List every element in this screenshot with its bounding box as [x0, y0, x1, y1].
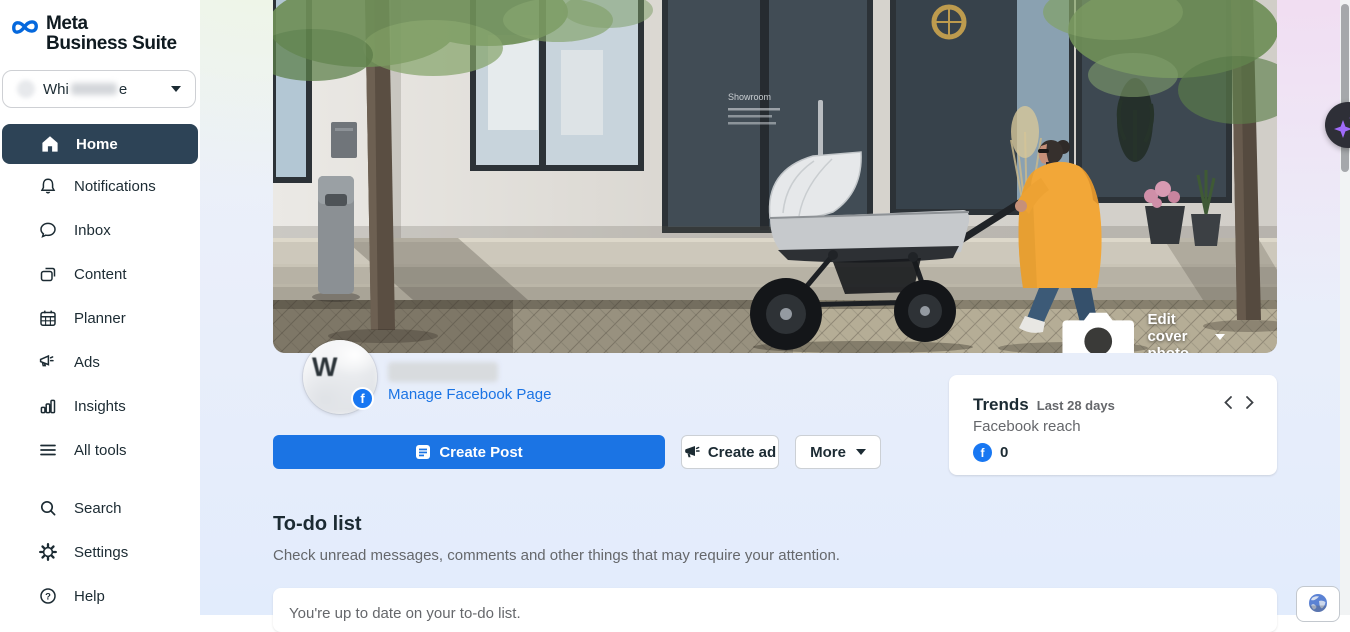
home-icon — [40, 134, 60, 154]
page-name-blurred — [388, 362, 498, 382]
more-button[interactable]: More — [795, 435, 881, 469]
sidebar-item-inbox[interactable]: Inbox — [0, 208, 200, 252]
chevron-left-icon[interactable] — [1223, 395, 1233, 410]
trends-title-row: Trends Last 28 days — [973, 395, 1253, 415]
bell-icon — [38, 176, 58, 196]
todo-list-description: Check unread messages, comments and othe… — [273, 547, 840, 564]
translate-globe-button[interactable] — [1296, 586, 1340, 622]
content-cards-icon — [38, 264, 58, 284]
business-selector[interactable]: Whi e — [2, 70, 196, 108]
chevron-down-icon — [171, 86, 181, 92]
todo-empty-state: You're up to date on your to-do list. — [289, 599, 521, 622]
trends-value: 0 — [1000, 444, 1008, 461]
trends-value-row: f 0 — [973, 443, 1253, 462]
sidebar-item-content[interactable]: Content — [0, 252, 200, 296]
chevron-right-icon[interactable] — [1245, 395, 1255, 410]
chat-bubble-icon — [38, 220, 58, 240]
page-avatar-letter: W — [312, 352, 337, 383]
sidebar-item-ads[interactable]: Ads — [0, 340, 200, 384]
logo-line1: Meta — [46, 14, 177, 34]
sidebar: Meta Business Suite Whi e Home Notificat… — [0, 0, 200, 615]
caret-down-icon — [856, 449, 866, 455]
svg-text:Showroom: Showroom — [728, 92, 771, 102]
sidebar-item-planner[interactable]: Planner — [0, 296, 200, 340]
sidebar-item-insights[interactable]: Insights — [0, 384, 200, 428]
menu-lines-icon — [38, 440, 58, 460]
sidebar-nav: Home Notifications Inbox Content — [0, 124, 200, 618]
trends-metric-label: Facebook reach — [973, 418, 1253, 435]
logo-line2: Business Suite — [46, 34, 177, 54]
business-name-partially-blurred: Whi e — [43, 81, 127, 98]
cover-photo: Showroom — [273, 0, 1277, 353]
cover-trash-bin — [312, 176, 360, 302]
scrollbar-track[interactable] — [1340, 0, 1350, 615]
blurred-text-segment — [71, 83, 117, 95]
gear-icon — [38, 542, 58, 562]
edit-cover-photo-button[interactable]: Edit cover photo — [1058, 303, 1225, 353]
todo-list-title: To-do list — [273, 513, 362, 536]
calendar-icon — [38, 308, 58, 328]
svg-text:?: ? — [45, 592, 51, 603]
sidebar-item-search[interactable]: Search — [0, 486, 200, 530]
search-icon — [38, 498, 58, 518]
megaphone-icon — [38, 352, 58, 372]
caret-down-icon — [1215, 334, 1225, 340]
sidebar-item-help[interactable]: ? Help — [0, 574, 200, 618]
sidebar-item-settings[interactable]: Settings — [0, 530, 200, 574]
facebook-icon: f — [973, 443, 992, 462]
globe-icon — [1307, 592, 1329, 614]
bar-chart-icon — [38, 396, 58, 416]
camera-icon — [1058, 303, 1138, 353]
trends-title: Trends — [973, 395, 1029, 415]
help-icon: ? — [38, 586, 58, 606]
trends-pagination — [1223, 395, 1255, 410]
cover-photo-image: Showroom — [273, 0, 1277, 353]
sidebar-item-all-tools[interactable]: All tools — [0, 428, 200, 472]
business-avatar-blurred — [17, 80, 35, 98]
megaphone-icon — [684, 444, 700, 460]
facebook-icon: f — [351, 387, 374, 410]
sidebar-divider-gap — [0, 472, 200, 486]
sparkle-icon — [1330, 107, 1350, 143]
trends-period: Last 28 days — [1037, 398, 1115, 413]
post-icon — [415, 444, 431, 460]
create-ad-button[interactable]: Create ad — [681, 435, 779, 469]
sidebar-item-notifications[interactable]: Notifications — [0, 164, 200, 208]
manage-facebook-page-link[interactable]: Manage Facebook Page — [388, 386, 551, 403]
trends-card: Trends Last 28 days Facebook reach f 0 — [949, 375, 1277, 475]
meta-business-suite-logo: Meta Business Suite — [0, 0, 200, 54]
meta-logo-icon — [10, 14, 40, 36]
todo-list-card: You're up to date on your to-do list. — [273, 588, 1277, 632]
sidebar-item-home[interactable]: Home — [2, 124, 198, 164]
create-post-button[interactable]: Create Post — [273, 435, 665, 469]
